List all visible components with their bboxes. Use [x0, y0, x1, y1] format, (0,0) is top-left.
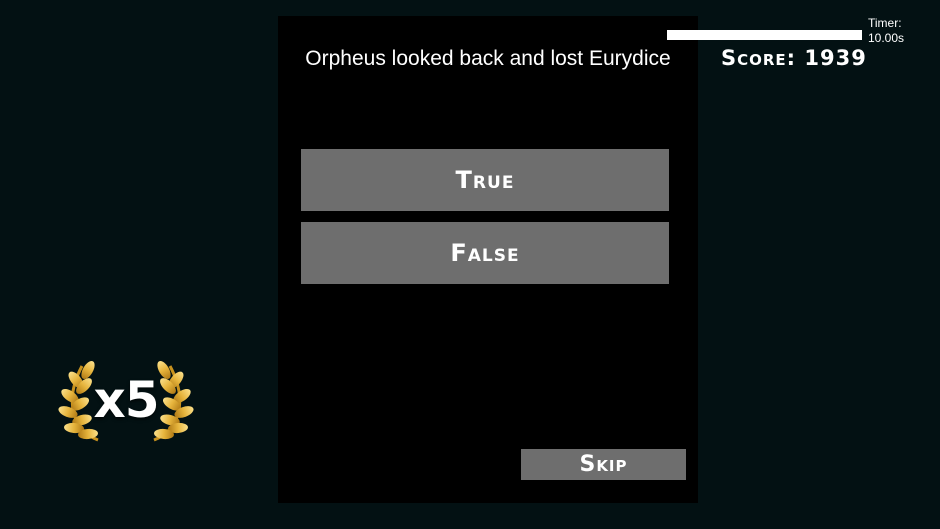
multiplier-text: x5: [93, 371, 159, 429]
timer-value: 10.00s: [868, 31, 905, 45]
score-value: 1939: [804, 46, 867, 70]
timer-label: Timer:: [868, 16, 902, 30]
true-button[interactable]: True: [301, 149, 669, 211]
skip-button[interactable]: Skip: [521, 449, 686, 480]
score-display: Score: 1939: [721, 44, 867, 72]
score-label: Score:: [721, 46, 797, 70]
score-multiplier-badge: x5: [58, 358, 194, 446]
false-button[interactable]: False: [301, 222, 669, 284]
question-text: Orpheus looked back and lost Eurydice: [305, 47, 671, 70]
timer-bar: [667, 30, 862, 40]
